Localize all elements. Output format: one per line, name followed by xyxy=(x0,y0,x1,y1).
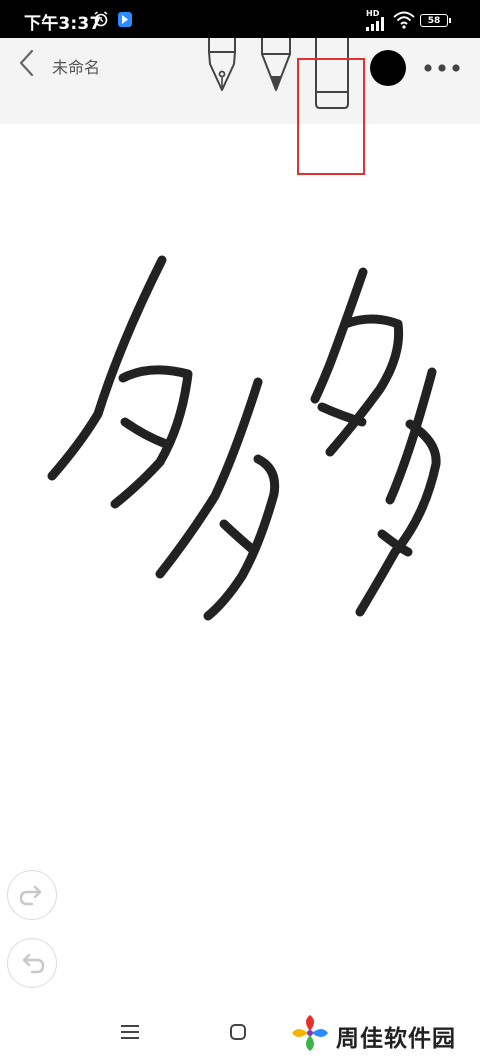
stroke xyxy=(355,419,441,617)
stroke xyxy=(219,519,257,554)
redo-icon xyxy=(19,885,42,906)
redo-button[interactable] xyxy=(7,870,57,920)
wifi-icon xyxy=(393,11,415,29)
battery-icon: 58 xyxy=(420,14,451,27)
menu-icon[interactable] xyxy=(119,1022,141,1042)
back-button[interactable] xyxy=(14,48,40,78)
more-dots-icon xyxy=(424,64,460,72)
watermark-logo-icon xyxy=(292,1015,328,1051)
battery-level: 58 xyxy=(427,15,441,26)
status-bar: 下午3:37 HD 58 xyxy=(0,0,480,38)
undo-button[interactable] xyxy=(7,938,57,988)
watermark-text: 周佳软件园 xyxy=(336,1026,456,1052)
alarm-icon xyxy=(94,11,108,27)
drawing-canvas[interactable] xyxy=(0,124,480,1004)
undo-icon xyxy=(22,953,45,974)
more-options-button[interactable] xyxy=(422,62,462,74)
stroke xyxy=(120,417,171,449)
app-notification-icon xyxy=(118,12,132,27)
chevron-left-icon xyxy=(19,49,34,77)
handwriting-strokes xyxy=(47,255,441,621)
eraser-icon[interactable] xyxy=(312,38,352,112)
document-title[interactable]: 未命名 xyxy=(52,54,100,78)
fountain-pen-icon[interactable] xyxy=(204,38,240,96)
home-icon[interactable] xyxy=(229,1023,247,1041)
signal-icon xyxy=(366,17,384,31)
stroke xyxy=(310,267,368,404)
pen-icon[interactable] xyxy=(258,38,294,96)
status-time: 下午3:37 xyxy=(24,14,102,34)
color-picker-button[interactable] xyxy=(370,50,406,86)
toolbar: 未命名 xyxy=(0,38,480,175)
watermark: 周佳软件园 xyxy=(288,1011,480,1057)
